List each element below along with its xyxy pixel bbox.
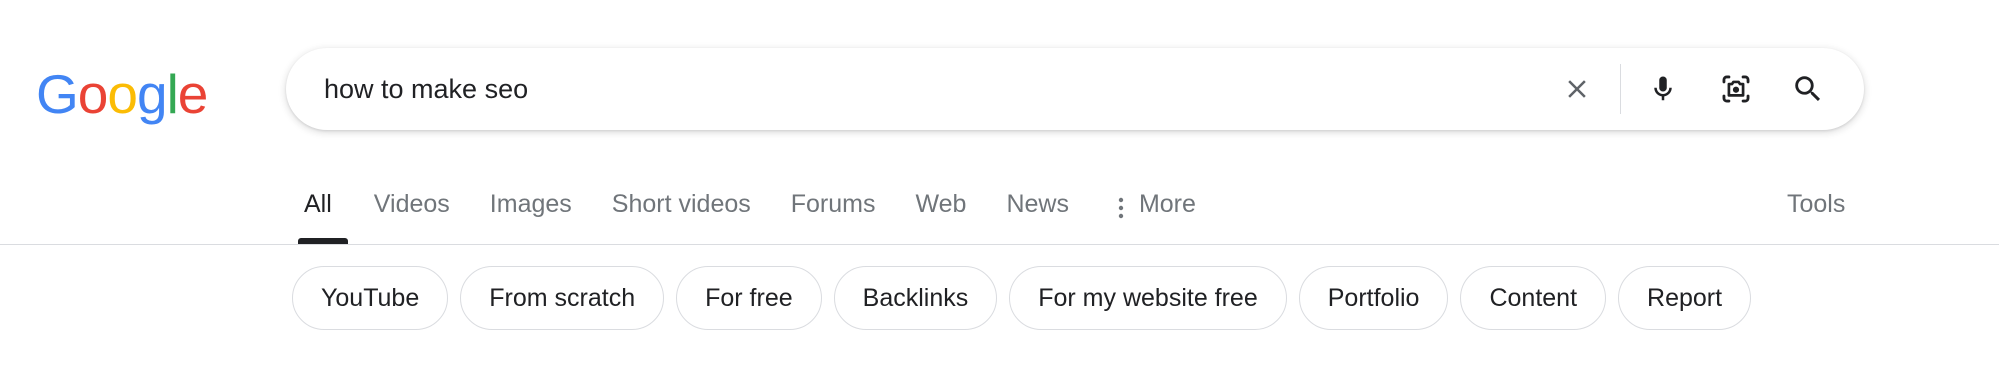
microphone-icon (1654, 76, 1672, 101)
chip-youtube[interactable]: YouTube (292, 266, 449, 330)
chip-report[interactable]: Report (1618, 266, 1752, 330)
chip-backlinks[interactable]: Backlinks (833, 266, 998, 330)
logo-letter-o1: o (77, 63, 109, 125)
google-logo[interactable]: G o o g l e (36, 62, 208, 125)
search-input[interactable]: how to make seo (324, 48, 528, 130)
tab-forums[interactable]: Forums (791, 182, 876, 244)
logo-letter-e: e (177, 63, 209, 125)
chip-content[interactable]: Content (1460, 266, 1607, 330)
search-box: how to make seo (286, 48, 1864, 130)
clear-search-button[interactable] (1552, 48, 1602, 130)
refinement-chips: YouTube From scratch For free Backlinks … (292, 266, 1752, 330)
chip-from-scratch[interactable]: From scratch (460, 266, 665, 330)
camera-lens-icon (1722, 75, 1750, 103)
chip-for-my-website-free[interactable]: For my website free (1009, 266, 1287, 330)
tab-images[interactable]: Images (490, 182, 572, 244)
tab-news[interactable]: News (1006, 182, 1069, 244)
voice-search-button[interactable] (1638, 48, 1688, 130)
tab-more[interactable]: More (1117, 182, 1196, 244)
close-icon (1568, 80, 1586, 98)
lens-search-button[interactable] (1711, 48, 1761, 130)
logo-letter-g2: g (136, 63, 168, 125)
tab-web[interactable]: Web (915, 182, 966, 244)
tabs-divider (0, 244, 1999, 245)
chip-portfolio[interactable]: Portfolio (1298, 266, 1449, 330)
chip-for-free[interactable]: For free (676, 266, 822, 330)
tab-videos[interactable]: Videos (374, 182, 450, 244)
search-tabs: All Videos Images Short videos Forums We… (298, 182, 1196, 244)
tab-all[interactable]: All (298, 182, 348, 244)
more-vert-icon (1118, 197, 1124, 219)
tab-more-label: More (1138, 190, 1196, 218)
logo-letter-o2: o (107, 63, 138, 125)
search-submit-button[interactable] (1783, 48, 1833, 130)
search-icon (1795, 76, 1821, 102)
logo-letter-l: l (166, 63, 179, 125)
search-results-page: G o o g l e how to make seo All Videos I… (0, 0, 1999, 389)
logo-letter-g: G (36, 63, 79, 125)
tab-short-videos[interactable]: Short videos (612, 182, 751, 244)
search-box-divider (1620, 64, 1621, 114)
tools-button[interactable]: Tools (1787, 190, 1845, 219)
